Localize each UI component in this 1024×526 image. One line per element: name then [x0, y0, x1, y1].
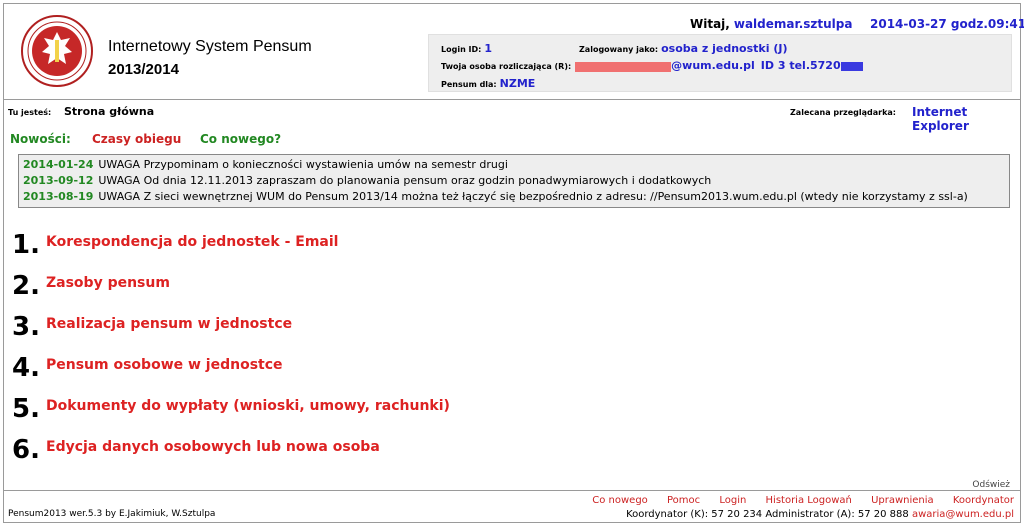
news-date: 2014-01-24	[23, 158, 94, 171]
academic-year: 2013/2014	[108, 61, 179, 78]
menu-link-realization[interactable]: Realizacja pensum w jednostce	[46, 316, 292, 332]
menu-link-personal-pensum[interactable]: Pensum osobowe w jednostce	[46, 357, 283, 373]
current-datetime: 2014-03-27 godz.09:41	[870, 17, 1024, 31]
login-id-row: Login ID: 1	[441, 42, 493, 55]
menu-link-correspondence[interactable]: Korespondencja do jednostek - Email	[46, 234, 338, 250]
university-seal-icon	[21, 15, 93, 87]
breadcrumb: Tu jesteś: Strona główna Zalecana przegl…	[4, 104, 1020, 133]
news-item: 2014-01-24 UWAGA Przypominam o koniecznoś…	[23, 157, 1005, 173]
news-text: UWAGA Przypominam o konieczności wystawi…	[98, 158, 508, 171]
breadcrumb-label: Tu jesteś:	[8, 108, 52, 117]
logged-as-value: osoba z jednostki (J)	[661, 42, 788, 55]
menu-number: 6.	[12, 435, 40, 465]
footer-links: Co nowego Pomoc Login Historia Logowań U…	[576, 495, 1014, 506]
redacted-email	[575, 61, 672, 72]
welcome-text: Witaj, waldemar.sztulpa	[690, 17, 852, 31]
footer-link-help[interactable]: Pomoc	[667, 495, 700, 506]
menu-number: 5.	[12, 394, 40, 424]
news-item: 2013-09-12 UWAGA Od dnia 12.11.2013 zapra…	[23, 173, 1005, 189]
footer-contact: Koordynator (K): 57 20 234 Administrator…	[626, 509, 1014, 520]
session-info-box: Login ID: 1 Zalogowany jako: osoba z jedno…	[428, 34, 1012, 92]
footer-link-login[interactable]: Login	[719, 495, 746, 506]
system-title: Internetowy System Pensum	[108, 38, 312, 55]
header: Internetowy System Pensum 2013/2014 Wita…	[4, 4, 1024, 100]
welcome-label: Witaj,	[690, 17, 730, 31]
username-link[interactable]: waldemar.sztulpa	[734, 17, 853, 31]
news-box: 2014-01-24 UWAGA Przypominam o koniecznoś…	[18, 154, 1010, 208]
settler-email-domain: @wum.edu.pl	[671, 59, 755, 72]
version-info: Pensum2013 wer.5.3 by E.Jakimiuk, W.Sztu…	[8, 509, 216, 519]
menu-number: 2.	[12, 271, 40, 301]
tab-circulation-times[interactable]: Czasy obiegu	[92, 132, 181, 146]
footer-link-login-history[interactable]: Historia Logowań	[766, 495, 852, 506]
redacted-phone	[840, 62, 863, 71]
menu-number: 3.	[12, 312, 40, 342]
contact-phones: Koordynator (K): 57 20 234 Administrator…	[626, 509, 909, 520]
news-text: UWAGA Od dnia 12.11.2013 zapraszam do pl…	[98, 174, 712, 187]
tab-whats-new[interactable]: Co nowego?	[200, 132, 281, 146]
settler-row: Twoja osoba rozliczająca (R): @wum.edu.pl…	[441, 59, 863, 72]
news-date: 2013-09-12	[23, 174, 94, 187]
footer-link-whats-new[interactable]: Co nowego	[592, 495, 648, 506]
browser-label: Zalecana przeglądarka:	[790, 108, 896, 117]
pensum-for-row: Pensum dla: NZME	[441, 77, 536, 90]
menu-number: 1.	[12, 230, 40, 260]
news-text: UWAGA Z sieci wewnętrznej WUM do Pensum …	[98, 190, 968, 203]
news-item: 2013-08-19 UWAGA Z sieci wewnętrznej WUM …	[23, 189, 1005, 205]
menu-link-personal-data[interactable]: Edycja danych osobowych lub nowa osoba	[46, 439, 380, 455]
logged-as-row: Zalogowany jako: osoba z jednostki (J)	[579, 42, 788, 55]
browser-value: Internet Explorer	[912, 105, 969, 133]
page-frame: Internetowy System Pensum 2013/2014 Wita…	[3, 3, 1024, 523]
support-email-link[interactable]: awaria@wum.edu.pl	[912, 509, 1014, 520]
login-id-value: 1	[484, 42, 493, 55]
footer: Pensum2013 wer.5.3 by E.Jakimiuk, W.Sztu…	[4, 490, 1020, 523]
footer-link-permissions[interactable]: Uprawnienia	[871, 495, 934, 506]
settler-id: ID 3 tel.5720	[760, 59, 841, 72]
breadcrumb-current: Strona główna	[64, 105, 155, 118]
tab-news[interactable]: Nowości:	[10, 132, 71, 146]
menu-link-payment-documents[interactable]: Dokumenty do wypłaty (wnioski, umowy, ra…	[46, 398, 450, 414]
news-date: 2013-08-19	[23, 190, 94, 203]
menu-number: 4.	[12, 353, 40, 383]
pensum-for-value: NZME	[499, 77, 536, 90]
refresh-link[interactable]: Odśwież	[972, 480, 1010, 490]
footer-link-coordinator[interactable]: Koordynator	[953, 495, 1014, 506]
menu-link-resources[interactable]: Zasoby pensum	[46, 275, 170, 291]
